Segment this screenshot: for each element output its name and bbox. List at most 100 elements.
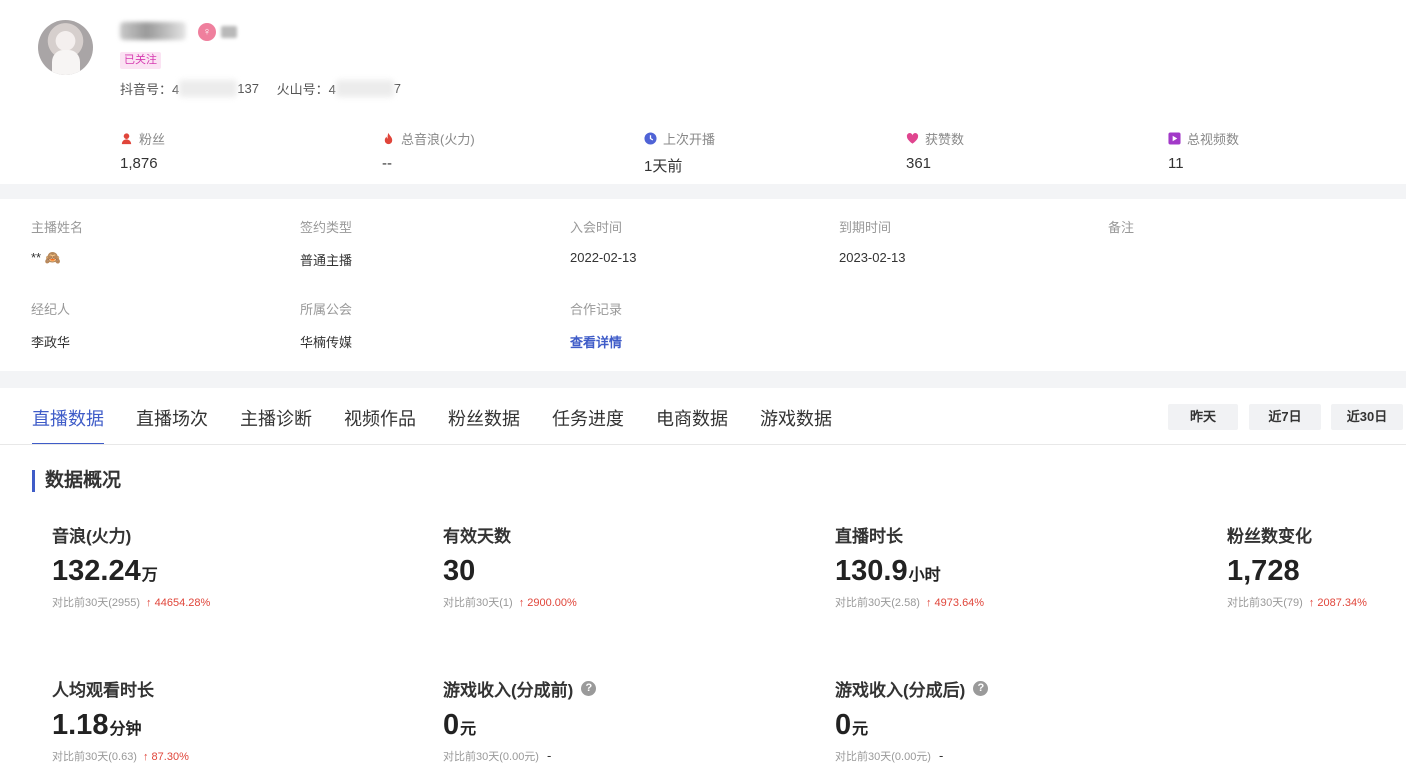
- follow-status-badge: 已关注: [120, 52, 161, 69]
- stat-value: 11: [1168, 155, 1184, 172]
- metric-change-up: ↑ 44654.28%: [146, 597, 211, 609]
- info-agent: 经纪人 李政华: [31, 299, 70, 351]
- metric-change-up: ↑ 2900.00%: [518, 597, 577, 609]
- tab-live-sessions[interactable]: 直播场次: [136, 405, 208, 445]
- info-label: 合作记录: [570, 302, 623, 317]
- metric-change-none: -: [546, 748, 552, 763]
- metric-title: 粉丝数变化: [1227, 527, 1312, 546]
- range-30d-button[interactable]: 近30日: [1331, 404, 1403, 430]
- metric-unit: 元: [852, 721, 869, 738]
- metric-title: 直播时长: [835, 527, 903, 546]
- metric-value: 0: [443, 709, 460, 741]
- metric-unit: 万: [141, 567, 158, 584]
- info-label: 所属公会: [300, 302, 353, 317]
- metric-fans-change: 粉丝数变化 1,728 对比前30天(79) ↑ 2087.34%: [1227, 522, 1367, 610]
- metric-change-up: ↑ 87.30%: [142, 751, 189, 763]
- help-icon[interactable]: ?: [581, 681, 597, 696]
- avatar: [38, 20, 93, 75]
- flame-icon: [384, 132, 393, 144]
- stat-label: 获赞数: [925, 131, 965, 147]
- tab-fans-data[interactable]: 粉丝数据: [448, 405, 520, 445]
- female-gender-icon: ♀: [198, 23, 216, 41]
- account-ids: 抖音号：4 137 火山号：4 7: [120, 79, 401, 98]
- info-value: 李政华: [31, 335, 71, 350]
- info-label: 经纪人: [31, 302, 71, 317]
- help-icon[interactable]: ?: [973, 681, 989, 696]
- info-join-time: 入会时间 2022-02-13: [570, 217, 637, 265]
- metric-live-duration: 直播时长 130.9小时 对比前30天(2.58) ↑ 4973.64%: [835, 522, 984, 610]
- metric-value: 130.9: [835, 555, 908, 587]
- douyin-id-suffix: 137: [237, 81, 259, 96]
- tab-game-data[interactable]: 游戏数据: [760, 405, 832, 445]
- info-value: 华楠传媒: [300, 335, 353, 350]
- metric-game-income-before-split: 游戏收入(分成前)? 0元 对比前30天(0.00元) -: [443, 676, 597, 764]
- metric-change-none: -: [938, 748, 944, 763]
- douyin-id-blurred: [179, 80, 238, 97]
- info-anchor-name: 主播姓名 ** 🙈: [31, 217, 83, 266]
- metric-sound-waves: 音浪(火力) 132.24万 对比前30天(2955) ↑ 44654.28%: [52, 522, 210, 610]
- info-remark: 备注: [1108, 217, 1134, 250]
- huoshan-id-prefix: 火山号：4: [276, 82, 336, 97]
- huoshan-id-blurred: [335, 80, 394, 97]
- metric-unit: 元: [460, 721, 477, 738]
- info-value: 2023-02-13: [839, 250, 906, 265]
- info-value: ** 🙈: [31, 250, 61, 265]
- info-label: 入会时间: [570, 220, 623, 235]
- tab-anchor-diagnosis[interactable]: 主播诊断: [240, 405, 312, 445]
- huoshan-id-suffix: 7: [393, 81, 402, 96]
- metric-unit: 分钟: [109, 721, 142, 738]
- stat-total-videos: 总视频数 11: [1168, 129, 1240, 173]
- info-value: 2022-02-13: [570, 250, 637, 265]
- stat-value: --: [382, 155, 392, 172]
- metric-value: 0: [835, 709, 852, 741]
- tab-task-progress[interactable]: 任务进度: [552, 405, 624, 445]
- metric-value: 1.18: [52, 709, 109, 741]
- heart-icon: [906, 132, 919, 144]
- stat-fans: 粉丝 1,876: [120, 129, 166, 173]
- metric-title: 有效天数: [443, 527, 511, 546]
- metric-compare: 对比前30天(2.58): [835, 597, 920, 609]
- range-yesterday-button[interactable]: 昨天: [1168, 404, 1238, 430]
- stat-label: 总视频数: [1187, 131, 1240, 147]
- info-label: 签约类型: [300, 220, 353, 235]
- stat-value: 361: [906, 155, 932, 172]
- stat-value: 1,876: [120, 155, 158, 172]
- info-label: 备注: [1108, 220, 1135, 235]
- tab-video-works[interactable]: 视频作品: [344, 405, 416, 445]
- stat-value: 1天前: [644, 158, 683, 175]
- metric-title: 游戏收入(分成后): [835, 681, 966, 700]
- fans-icon: [121, 132, 132, 144]
- section-divider: [0, 184, 1406, 199]
- tab-ecommerce-data[interactable]: 电商数据: [656, 405, 728, 445]
- info-cooperation-record: 合作记录 查看详情: [570, 299, 622, 351]
- metric-compare: 对比前30天(0.63): [52, 751, 137, 763]
- metric-unit: 小时: [908, 567, 941, 584]
- metric-title: 人均观看时长: [52, 681, 154, 700]
- metric-compare: 对比前30天(0.00元): [835, 751, 931, 763]
- metric-game-income-after-split: 游戏收入(分成后)? 0元 对比前30天(0.00元) -: [835, 676, 989, 764]
- section-title: 数据概况: [32, 470, 121, 492]
- tab-live-data[interactable]: 直播数据: [32, 405, 104, 445]
- level-badge-blurred: [221, 26, 237, 38]
- stat-label: 粉丝: [139, 131, 166, 147]
- tabs-underline: [0, 444, 1406, 445]
- metric-change-up: ↑ 2087.34%: [1308, 597, 1367, 609]
- info-label: 到期时间: [839, 220, 892, 235]
- stat-total-sound-waves: 总音浪(火力) --: [382, 129, 475, 173]
- metric-change-up: ↑ 4973.64%: [925, 597, 985, 609]
- metric-value: 132.24: [52, 555, 141, 587]
- video-icon: [1168, 131, 1181, 145]
- range-7d-button[interactable]: 近7日: [1249, 404, 1321, 430]
- metric-title: 音浪(火力): [52, 527, 132, 546]
- metric-avg-watch-time: 人均观看时长 1.18分钟 对比前30天(0.63) ↑ 87.30%: [52, 676, 189, 764]
- info-contract-type: 签约类型 普通主播: [300, 217, 352, 269]
- metric-compare: 对比前30天(1): [443, 597, 513, 609]
- metric-compare: 对比前30天(0.00元): [443, 751, 539, 763]
- info-guild: 所属公会 华楠传媒: [300, 299, 352, 351]
- stat-last-live: 上次开播 1天前: [644, 129, 715, 176]
- data-tabs: 直播数据 直播场次 主播诊断 视频作品 粉丝数据 任务进度 电商数据 游戏数据: [32, 405, 864, 445]
- info-label: 主播姓名: [31, 220, 84, 235]
- stat-label: 上次开播: [663, 131, 716, 147]
- view-details-link[interactable]: 查看详情: [570, 332, 622, 351]
- stat-label: 总音浪(火力): [401, 131, 475, 147]
